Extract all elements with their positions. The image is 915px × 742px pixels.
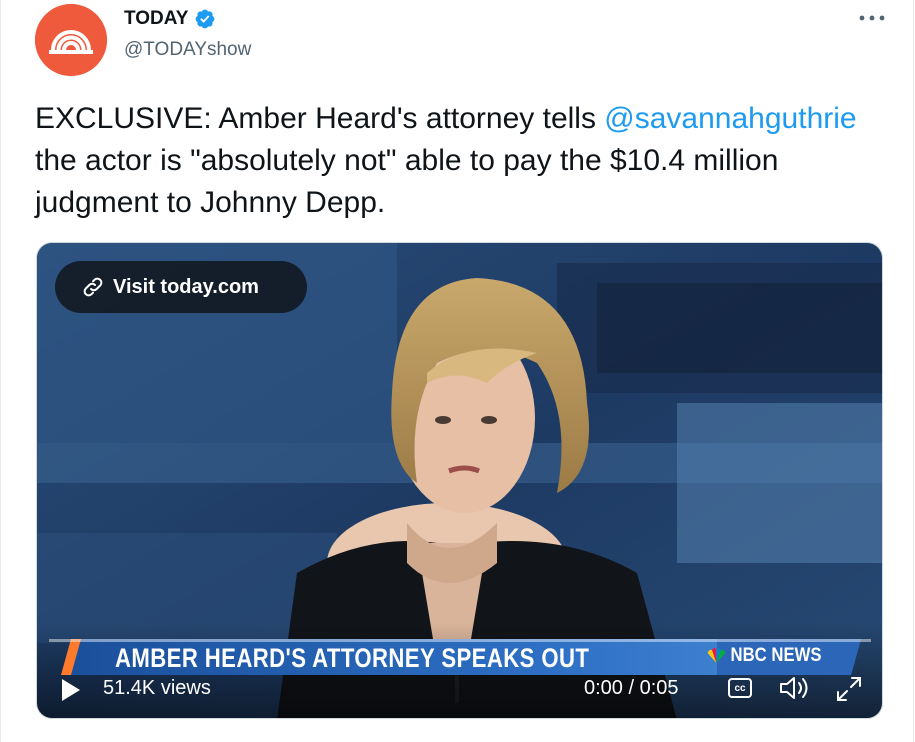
video-controls: 51.4K views 0:00 / 0:05 cc: [37, 669, 882, 709]
peacock-icon: [707, 647, 726, 663]
tweet-text-before: EXCLUSIVE: Amber Heard's attorney tells: [35, 102, 605, 135]
visit-link-label: Visit today.com: [113, 275, 259, 298]
author-name-row[interactable]: TODAY: [124, 8, 216, 30]
nbc-news-logo: NBC NEWS: [705, 645, 822, 667]
cc-icon: cc: [734, 682, 746, 694]
verified-badge-icon: [196, 9, 215, 29]
today-logo-icon: [35, 4, 107, 76]
fullscreen-icon[interactable]: [834, 674, 864, 704]
visit-link-button[interactable]: Visit today.com: [55, 261, 307, 313]
tweet-text: EXCLUSIVE: Amber Heard's attorney tells …: [35, 98, 885, 224]
tweet-card: TODAY @TODAYshow EXCLUSIVE: Amber Heard'…: [0, 0, 914, 742]
more-horizontal-icon[interactable]: [858, 8, 886, 28]
author-handle[interactable]: @TODAYshow: [124, 39, 251, 61]
video-time: 0:00 / 0:05: [584, 677, 679, 699]
view-count: 51.4K views: [103, 677, 211, 699]
play-icon[interactable]: [59, 677, 83, 703]
author-name[interactable]: TODAY: [124, 8, 188, 30]
closed-captions-button[interactable]: cc: [728, 678, 752, 698]
network-label: NBC NEWS: [730, 645, 822, 666]
progress-bar[interactable]: [49, 639, 871, 642]
more-dots-icon: [859, 15, 885, 21]
volume-icon[interactable]: [778, 674, 812, 702]
tweet-text-after: the actor is "absolutely not" able to pa…: [35, 144, 779, 219]
video-player[interactable]: Visit today.com AMBER HEARD'S ATTORNEY S…: [36, 242, 883, 719]
link-icon: [83, 277, 103, 297]
avatar[interactable]: [35, 4, 107, 76]
mention-link[interactable]: @savannahguthrie: [604, 102, 856, 135]
